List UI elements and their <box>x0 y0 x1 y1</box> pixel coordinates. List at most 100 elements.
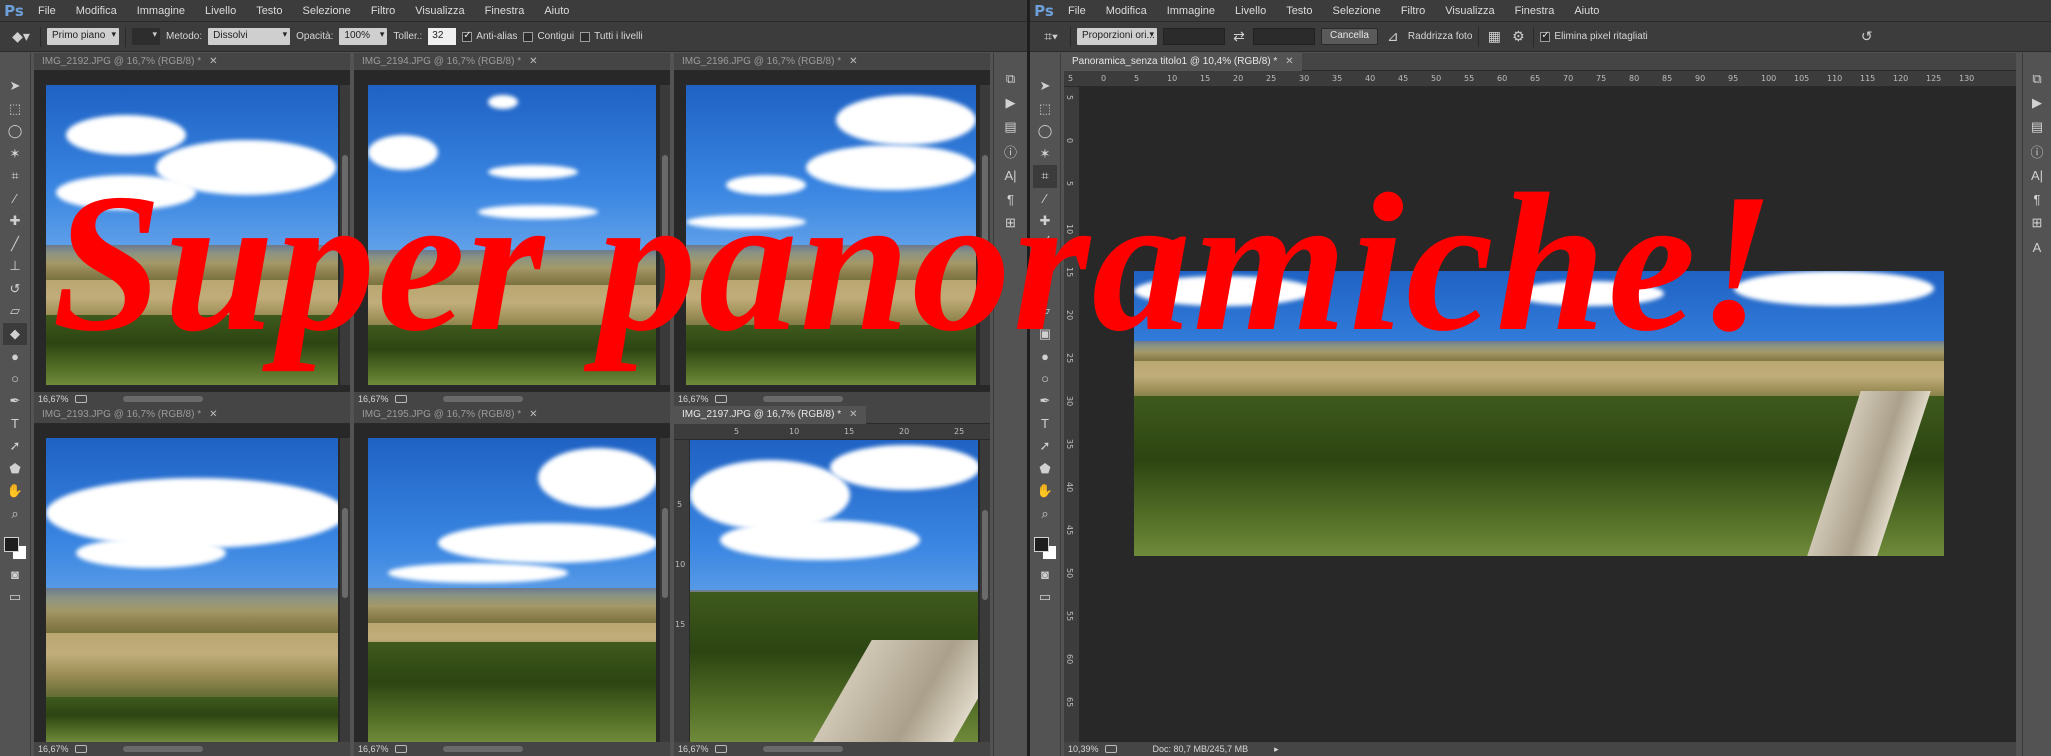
info-panel-icon[interactable]: ⓘ <box>1001 139 1021 163</box>
crop-icon[interactable]: ⌗▾ <box>1038 26 1064 48</box>
healing-brush-tool-icon[interactable]: ✚ <box>1033 210 1057 233</box>
zoom-level[interactable]: 16,67% <box>678 394 709 404</box>
character-panel-icon[interactable]: A| <box>2027 163 2047 187</box>
menu-selezione[interactable]: Selezione <box>292 5 360 17</box>
zoom-level[interactable]: 16,67% <box>38 394 69 404</box>
document-tab-active[interactable]: Panoramica_senza titolo1 @ 10,4% (RGB/8)… <box>1064 53 1302 71</box>
shape-tool-icon[interactable]: ⬟ <box>1033 458 1057 481</box>
document-tab[interactable]: IMG_2195.JPG @ 16,7% (RGB/8) * ✕ <box>354 406 546 424</box>
photo-canvas[interactable] <box>368 438 656 742</box>
path-selection-tool-icon[interactable]: ➚ <box>3 435 27 458</box>
crop-height-input[interactable] <box>1253 28 1315 45</box>
foreground-color-swatch[interactable] <box>1034 537 1049 552</box>
horizontal-ruler[interactable]: 5 0 5 10 15 20 25 30 35 40 45 50 55 60 65 70 75 80 85 90 95 1… <box>1064 71 2016 87</box>
status-icon[interactable] <box>74 395 87 403</box>
status-icon[interactable] <box>394 395 407 403</box>
vertical-scrollbar[interactable] <box>660 438 670 742</box>
photo-canvas[interactable] <box>690 440 978 742</box>
document-tab[interactable]: IMG_2192.JPG @ 16,7% (RGB/8) * ✕ <box>34 53 226 71</box>
blur-tool-icon[interactable]: ● <box>1033 345 1057 368</box>
color-swatches[interactable] <box>2 529 28 563</box>
menu-visualizza[interactable]: Visualizza <box>405 5 474 17</box>
quick-mask-icon[interactable]: ◙ <box>1033 563 1057 586</box>
all-layers-checkbox[interactable]: Tutti i livelli <box>580 31 643 42</box>
menu-filtro[interactable]: Filtro <box>361 5 405 17</box>
document-size-info[interactable]: Doc: 80,7 MB/245,7 MB <box>1153 744 1249 754</box>
close-icon[interactable]: ✕ <box>849 409 857 420</box>
zoom-level[interactable]: 16,67% <box>358 744 389 754</box>
close-icon[interactable]: ✕ <box>529 56 537 67</box>
zoom-level[interactable]: 10,39% <box>1068 744 1099 754</box>
clone-stamp-tool-icon[interactable]: ⊥ <box>3 255 27 278</box>
magic-wand-tool-icon[interactable]: ✶ <box>1033 143 1057 166</box>
horizontal-scrollbar-thumb[interactable] <box>442 746 523 752</box>
lasso-tool-icon[interactable]: ◯ <box>1033 120 1057 143</box>
hand-tool-icon[interactable]: ✋ <box>1033 480 1057 503</box>
menu-file[interactable]: File <box>1058 5 1096 17</box>
marquee-tool-icon[interactable]: ⬚ <box>1033 98 1057 121</box>
menu-aiuto[interactable]: Aiuto <box>534 5 579 17</box>
foreground-color-swatch[interactable] <box>4 537 19 552</box>
horizontal-ruler[interactable]: 5 10 15 20 25 <box>674 424 990 440</box>
eyedropper-tool-icon[interactable]: ⁄ <box>1033 188 1057 211</box>
document-tab[interactable]: IMG_2196.JPG @ 16,7% (RGB/8) * ✕ <box>674 53 866 71</box>
menu-selezione[interactable]: Selezione <box>1322 5 1390 17</box>
document-tab-active[interactable]: IMG_2197.JPG @ 16,7% (RGB/8) * ✕ <box>674 406 866 424</box>
clone-stamp-tool-icon[interactable]: ⊥ <box>1033 255 1057 278</box>
menu-filtro[interactable]: Filtro <box>1391 5 1435 17</box>
history-brush-tool-icon[interactable]: ↺ <box>1033 278 1057 301</box>
menu-immagine[interactable]: Immagine <box>127 5 195 17</box>
crop-width-input[interactable] <box>1163 28 1225 45</box>
status-icon[interactable] <box>714 395 727 403</box>
menu-aiuto[interactable]: Aiuto <box>1564 5 1609 17</box>
quick-mask-icon[interactable]: ◙ <box>3 563 27 586</box>
eyedropper-tool-icon[interactable]: ⁄ <box>3 188 27 211</box>
magic-wand-tool-icon[interactable]: ✶ <box>3 143 27 166</box>
dodge-tool-icon[interactable]: ○ <box>3 368 27 391</box>
menu-file[interactable]: File <box>28 5 66 17</box>
tolerance-field[interactable]: 32 <box>428 28 457 45</box>
photo-canvas[interactable] <box>46 438 338 742</box>
gradient-tool-icon[interactable]: ▣ <box>1033 323 1057 346</box>
paragraph-styles-icon[interactable]: A <box>2027 235 2047 259</box>
menu-visualizza[interactable]: Visualizza <box>1435 5 1504 17</box>
anti-alias-checkbox[interactable]: Anti-alias <box>462 30 517 42</box>
vertical-ruler[interactable]: 5 10 15 <box>674 440 690 742</box>
photo-canvas[interactable] <box>46 85 338 385</box>
type-tool-icon[interactable]: T <box>1033 413 1057 436</box>
horizontal-scrollbar-thumb[interactable] <box>762 396 843 402</box>
close-icon[interactable]: ✕ <box>209 409 217 420</box>
color-swatches[interactable] <box>1032 529 1058 563</box>
menu-finestra[interactable]: Finestra <box>475 5 535 17</box>
actions-panel-icon[interactable]: ▶ <box>1001 91 1021 115</box>
vertical-scrollbar[interactable] <box>980 440 990 742</box>
history-brush-tool-icon[interactable]: ↺ <box>3 278 27 301</box>
photo-canvas[interactable] <box>368 85 656 385</box>
menu-testo[interactable]: Testo <box>246 5 292 17</box>
grid-overlay-icon[interactable]: ▦ <box>1485 26 1503 48</box>
cancel-button[interactable]: Cancella <box>1321 28 1378 45</box>
menu-testo[interactable]: Testo <box>1276 5 1322 17</box>
scrollbar-thumb[interactable] <box>342 508 348 598</box>
history-panel-icon[interactable]: ⧉ <box>2027 67 2047 91</box>
status-icon[interactable] <box>74 745 87 753</box>
menu-modifica[interactable]: Modifica <box>66 5 127 17</box>
brush-tool-icon[interactable]: ╱ <box>1033 233 1057 256</box>
reset-icon[interactable]: ↺ <box>1854 26 1880 48</box>
horizontal-scrollbar-thumb[interactable] <box>442 396 523 402</box>
screen-mode-icon[interactable]: ▭ <box>3 586 27 609</box>
menu-livello[interactable]: Livello <box>195 5 246 17</box>
character-styles-icon[interactable]: ⊞ <box>2027 211 2047 235</box>
horizontal-scrollbar-thumb[interactable] <box>762 746 843 752</box>
status-icon[interactable] <box>1104 745 1117 753</box>
lasso-tool-icon[interactable]: ◯ <box>3 120 27 143</box>
scrollbar-thumb[interactable] <box>662 155 668 245</box>
vertical-scrollbar[interactable] <box>340 85 350 385</box>
paragraph-panel-icon[interactable]: ¶ <box>1001 187 1021 211</box>
layer-comps-icon[interactable]: ▤ <box>2027 115 2047 139</box>
zoom-tool-icon[interactable]: ⌕ <box>1033 503 1057 526</box>
move-tool-icon[interactable]: ➤ <box>1033 75 1057 98</box>
delete-cropped-pixels-checkbox[interactable]: Elimina pixel ritagliati <box>1540 30 1648 42</box>
close-icon[interactable]: ✕ <box>529 409 537 420</box>
document-tab[interactable]: IMG_2194.JPG @ 16,7% (RGB/8) * ✕ <box>354 53 546 71</box>
